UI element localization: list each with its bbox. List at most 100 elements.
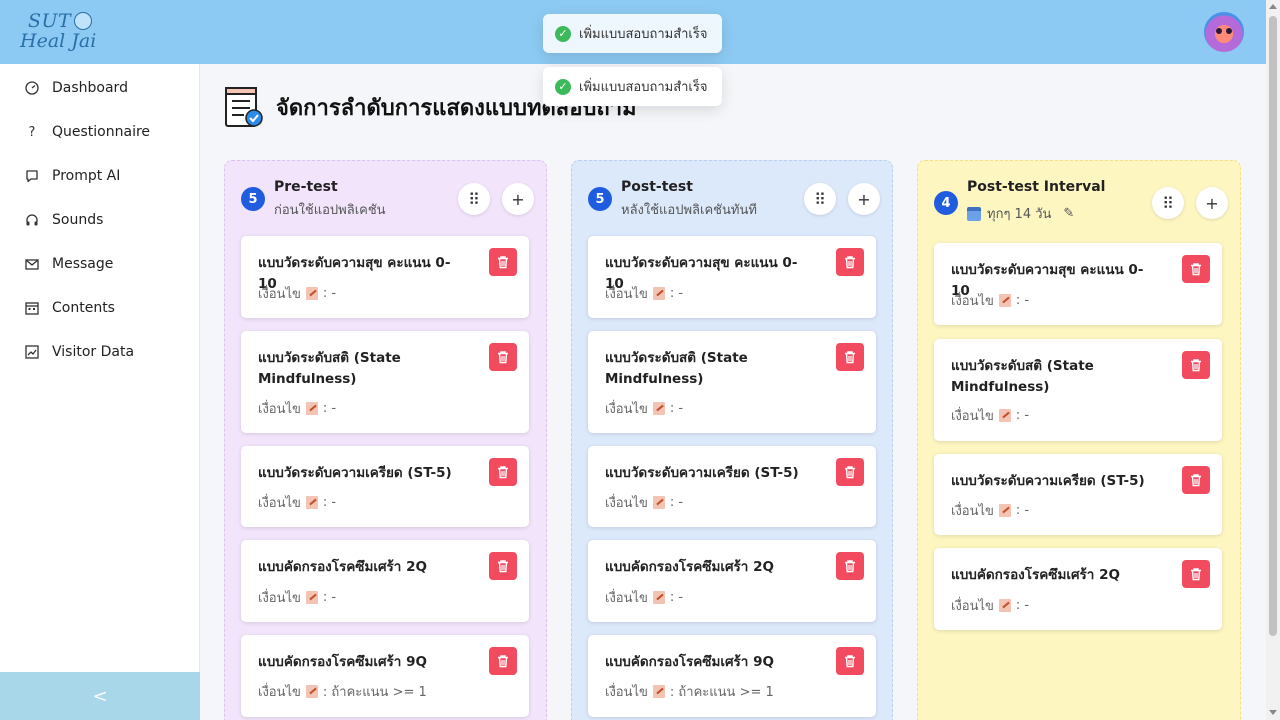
delete-button[interactable] [489,647,517,675]
card-condition: เงื่อนไข: - [605,492,683,513]
drag-handle-button[interactable]: ⠿ [804,183,836,215]
memo-icon [652,402,665,415]
memo-icon [305,591,318,604]
card-condition: เงื่อนไข: - [605,587,683,608]
trash-icon [1191,263,1201,276]
sidebar-collapse-button[interactable]: < [0,672,200,720]
calendar-grid-icon [24,300,40,316]
sidebar-item-dashboard[interactable]: Dashboard [24,76,128,100]
trash-icon [1191,474,1201,487]
sidebar-item-contents[interactable]: Contents [24,296,115,320]
questionnaire-card[interactable]: แบบคัดกรองโรคซึมเศร้า 2Q เงื่อนไข: - [934,548,1222,630]
page-scrollbar[interactable] [1266,0,1280,720]
edit-pencil-icon[interactable]: ✎ [1063,206,1074,221]
sidebar-item-prompt-ai[interactable]: Prompt AI [24,164,120,188]
line-chart-icon [24,344,40,360]
condition-value: : ถ้าคะแนน >= 1 [669,685,774,700]
drag-handle-button[interactable]: ⠿ [458,183,490,215]
memo-icon [652,591,665,604]
sidebar-item-sounds[interactable]: Sounds [24,208,103,232]
card-condition: เงื่อนไข : ถ้าคะแนน >= 1 [258,681,427,702]
memo-icon [652,496,665,509]
memo-icon [998,599,1011,612]
delete-button[interactable] [1182,255,1210,283]
chevron-left-icon: < [92,685,108,707]
envelope-icon [24,256,40,272]
questionnaire-card[interactable]: แบบคัดกรองโรคซึมเศร้า 9Q เงื่อนไข: ถ้าคะ… [588,635,876,717]
condition-value: : - [1015,293,1030,308]
questionnaire-card[interactable]: แบบวัดระดับสติ (State Mindfulness) เงื่อ… [934,339,1222,441]
app-logo[interactable]: SUT Heal Jai [20,10,100,56]
success-toast: ✓ เพิ่มแบบสอบถามสำเร็จ [543,14,722,53]
trash-icon [498,655,508,668]
scroll-down-arrow-icon[interactable] [1269,710,1277,715]
scroll-up-arrow-icon[interactable] [1269,4,1277,9]
questionnaire-card[interactable]: แบบวัดระดับความเครียด (ST-5) เงื่อนไข: - [241,446,529,527]
questionnaire-card[interactable]: แบบคัดกรองโรคซึมเศร้า 2Q เงื่อนไข: - [241,540,529,622]
card-condition: เงื่อนไข : ถ้าคะแนน >= 1 [605,681,774,702]
card-title: แบบวัดระดับความเครียด (ST-5) [951,473,1145,489]
condition-label: เงื่อนไข [258,685,301,700]
column-header: 4 Post-test Interval ทุกๆ 14 วัน ✎ ⠿ + [934,179,1228,222]
scrollbar-thumb[interactable] [1269,16,1277,636]
add-questionnaire-button[interactable]: + [1196,187,1228,219]
delete-button[interactable] [489,248,517,276]
success-toast: ✓ เพิ่มแบบสอบถามสำเร็จ [543,67,722,106]
sidebar-item-visitor-data[interactable]: Visitor Data [24,340,134,364]
delete-button[interactable] [1182,351,1210,379]
delete-button[interactable] [1182,560,1210,588]
card-condition: เงื่อนไข: - [951,405,1029,426]
delete-button[interactable] [836,552,864,580]
card-title: แบบคัดกรองโรคซึมเศร้า 2Q [258,559,427,575]
delete-button[interactable] [836,647,864,675]
toast-message: เพิ่มแบบสอบถามสำเร็จ [579,27,708,42]
trash-icon [845,560,855,573]
condition-label: เงื่อนไข [951,599,994,614]
add-questionnaire-button[interactable]: + [502,183,534,215]
card-condition: เงื่อนไข: - [605,283,683,304]
condition-value: : - [322,495,337,510]
column-title: Pre-test [274,179,338,195]
delete-button[interactable] [489,343,517,371]
count-badge: 4 [934,191,958,215]
column-title: Post-test [621,179,693,195]
questionnaire-card[interactable]: แบบคัดกรองโรคซึมเศร้า 2Q เงื่อนไข: - [588,540,876,622]
delete-button[interactable] [1182,466,1210,494]
logo-text-line1: SUT [28,10,72,32]
check-circle-icon: ✓ [555,25,571,42]
questionnaire-card[interactable]: แบบวัดระดับความสุข คะแนน 0-10 เงื่อนไข: … [588,236,876,318]
memo-icon [998,294,1011,307]
sidebar-item-message[interactable]: Message [24,252,113,276]
questionnaire-card[interactable]: แบบวัดระดับสติ (State Mindfulness) เงื่อ… [241,331,529,433]
trash-icon [845,256,855,269]
questionnaire-card[interactable]: แบบคัดกรองโรคซึมเศร้า 9Q เงื่อนไข: ถ้าคะ… [241,635,529,717]
card-condition: เงื่อนไข : - [258,492,336,513]
questionnaire-card[interactable]: แบบวัดระดับความสุข คะแนน 0-10 เงื่อนไข: … [934,243,1222,325]
questionnaire-card[interactable]: แบบวัดระดับความเครียด (ST-5) เงื่อนไข: - [934,454,1222,535]
memo-icon [998,409,1011,422]
delete-button[interactable] [489,458,517,486]
count-badge: 5 [588,187,612,211]
delete-button[interactable] [836,458,864,486]
questionnaire-card[interactable]: แบบวัดระดับความเครียด (ST-5) เงื่อนไข: - [588,446,876,527]
headphones-icon [24,212,40,228]
memo-icon [652,685,665,698]
condition-value: : ถ้าคะแนน >= 1 [322,685,427,700]
condition-value: : - [669,401,684,416]
delete-button[interactable] [836,343,864,371]
user-avatar[interactable] [1204,12,1244,52]
condition-label: เงื่อนไข [258,496,301,511]
condition-value: : - [1015,408,1030,423]
delete-button[interactable] [489,552,517,580]
sidebar-item-questionnaire[interactable]: ? Questionnaire [24,120,150,144]
delete-button[interactable] [836,248,864,276]
questionnaire-card[interactable]: แบบวัดระดับสติ (State Mindfulness) เงื่อ… [588,331,876,433]
questionnaire-card[interactable]: แบบวัดระดับความสุข คะแนน 0-10 เงื่อนไข: … [241,236,529,318]
add-questionnaire-button[interactable]: + [848,183,880,215]
drag-handle-button[interactable]: ⠿ [1152,187,1184,219]
trash-icon [498,256,508,269]
trash-icon [498,351,508,364]
condition-label: เงื่อนไข [605,685,648,700]
card-title: แบบวัดระดับสติ (State Mindfulness) [258,350,401,387]
calendar-icon [967,206,981,221]
